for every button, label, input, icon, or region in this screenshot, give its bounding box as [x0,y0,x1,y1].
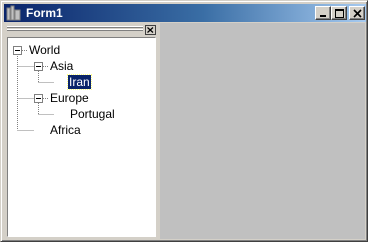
tree-node-iran[interactable]: Iran [67,74,92,90]
close-icon [147,27,154,33]
tree-node-africa[interactable]: Africa [50,123,81,137]
minimize-button[interactable] [315,6,331,20]
app-window: Form1 World Asia Iran Europe Portugal Af… [0,0,368,242]
expander-world[interactable] [13,46,22,55]
tree-node-portugal[interactable]: Portugal [70,107,115,121]
window-title: Form1 [26,6,63,20]
expander-asia[interactable] [34,62,43,71]
expander-europe[interactable] [34,94,43,103]
close-button[interactable] [349,6,365,20]
tree-node-asia[interactable]: Asia [50,59,73,73]
content-area [160,23,365,239]
form-app-icon [6,5,22,21]
dock-panel: World Asia Iran Europe Portugal Africa [5,23,159,239]
maximize-button[interactable] [331,6,347,20]
tree-connector-lines [17,50,54,131]
tree-view[interactable]: World Asia Iran Europe Portugal Africa [7,37,156,237]
title-bar[interactable]: Form1 [4,4,366,22]
tree-node-world[interactable]: World [29,43,60,57]
minimize-icon [320,15,326,17]
tree-node-europe[interactable]: Europe [50,91,89,105]
panel-close-button[interactable] [145,25,156,35]
panel-drag-grip[interactable] [7,26,143,31]
maximize-icon [335,9,344,18]
form-client-area: World Asia Iran Europe Portugal Africa [5,23,365,239]
close-icon [353,9,362,18]
